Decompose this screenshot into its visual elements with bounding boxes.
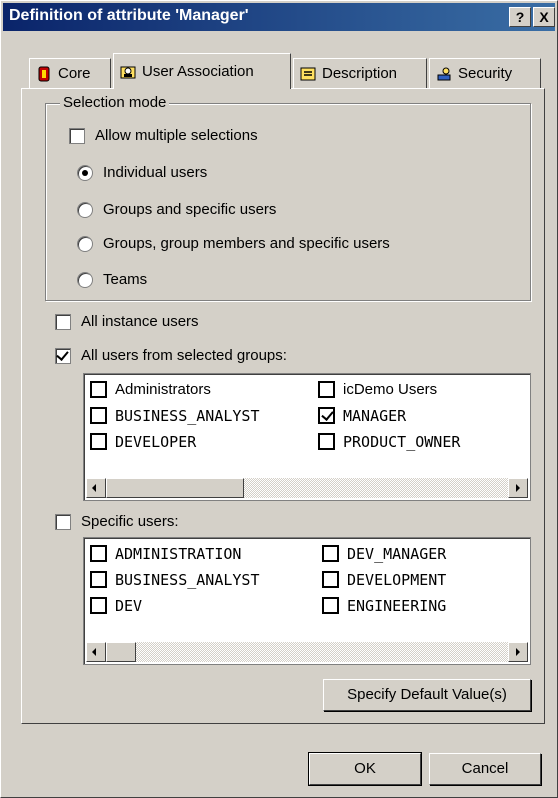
core-icon: [36, 66, 52, 82]
all-instance-users-checkbox[interactable]: All instance users: [55, 313, 199, 330]
list-item-label: Administrators: [115, 381, 211, 398]
list-item-checkbox[interactable]: [90, 433, 107, 450]
tab-core[interactable]: Core: [29, 58, 111, 88]
list-item[interactable]: Administrators: [90, 380, 318, 399]
list-item-label: ADMINISTRATION: [115, 544, 242, 563]
list-item[interactable]: DEVELOPER: [90, 432, 318, 451]
list-item-label: DEV_MANAGER: [347, 544, 447, 563]
list-item-label: BUSINESS_ANALYST: [115, 406, 260, 425]
list-item-checkbox[interactable]: [322, 571, 339, 588]
list-item-label: icDemo Users: [343, 381, 438, 398]
list-item-checkbox[interactable]: [90, 545, 107, 562]
radio-groups-members-specific-button[interactable]: [77, 235, 93, 252]
scroll-thumb[interactable]: [106, 642, 136, 662]
radio-teams-label: Teams: [103, 271, 148, 288]
title-bar[interactable]: Definition of attribute 'Manager' ? X: [3, 3, 555, 31]
tab-description-label: Description: [322, 65, 398, 82]
list-item-label: DEVELOPMENT: [347, 570, 447, 589]
radio-teams-button[interactable]: [77, 271, 93, 288]
window-title: Definition of attribute 'Manager': [9, 7, 249, 24]
tab-security-label: Security: [458, 65, 513, 82]
all-instance-users-box[interactable]: [55, 313, 71, 330]
user-association-icon: [120, 64, 136, 80]
list-item-checkbox[interactable]: [318, 381, 335, 398]
tab-user-association[interactable]: User Association: [113, 53, 291, 89]
tab-description[interactable]: Description: [293, 58, 427, 88]
all-instance-users-label: All instance users: [81, 313, 199, 330]
tab-core-label: Core: [58, 65, 91, 82]
list-item-checkbox[interactable]: [322, 597, 339, 614]
specific-users-listbox[interactable]: ADMINISTRATION DEV_MANAGER BUSINESS_ANAL…: [83, 537, 531, 665]
groups-listbox[interactable]: Administrators icDemo Users BUSINESS_ANA…: [83, 373, 531, 501]
radio-groups-specific-users[interactable]: Groups and specific users: [77, 201, 276, 218]
list-item[interactable]: icDemo Users: [318, 380, 528, 399]
radio-individual-users[interactable]: Individual users: [77, 164, 207, 181]
scroll-left-button[interactable]: [86, 478, 106, 498]
list-item-checkbox[interactable]: [90, 597, 107, 614]
specific-users-checkbox[interactable]: Specific users:: [55, 513, 179, 530]
list-item-checkbox[interactable]: [90, 571, 107, 588]
all-users-from-groups-checkbox[interactable]: All users from selected groups:: [55, 347, 287, 364]
specific-users-horizontal-scrollbar[interactable]: [86, 642, 528, 662]
list-item-label: DEVELOPER: [115, 432, 197, 451]
description-icon: [300, 66, 316, 82]
radio-teams[interactable]: Teams: [77, 271, 147, 288]
list-item-checkbox[interactable]: [90, 381, 107, 398]
radio-individual-users-button[interactable]: [77, 164, 93, 181]
scroll-right-button[interactable]: [508, 642, 528, 662]
all-users-from-groups-label: All users from selected groups:: [81, 347, 287, 364]
ok-button[interactable]: OK: [308, 752, 422, 786]
list-item-checkbox[interactable]: [318, 407, 335, 424]
dialog-window: Definition of attribute 'Manager' ? X Co…: [0, 0, 558, 798]
list-item-checkbox[interactable]: [318, 433, 335, 450]
scroll-left-button[interactable]: [86, 642, 106, 662]
radio-individual-users-label: Individual users: [103, 164, 208, 181]
close-button[interactable]: X: [533, 7, 555, 27]
list-item-label: PRODUCT_OWNER: [343, 432, 461, 451]
tab-security[interactable]: Security: [429, 58, 541, 88]
tab-user-association-label: User Association: [142, 63, 254, 80]
specific-users-box[interactable]: [55, 513, 71, 530]
list-item[interactable]: DEVELOPMENT: [322, 570, 528, 589]
specify-default-values-button[interactable]: Specify Default Value(s): [323, 679, 531, 711]
cancel-button[interactable]: Cancel: [429, 753, 541, 785]
list-item-checkbox[interactable]: [322, 545, 339, 562]
list-item[interactable]: MANAGER: [318, 406, 528, 425]
allow-multiple-box[interactable]: [69, 127, 85, 144]
allow-multiple-checkbox[interactable]: Allow multiple selections: [69, 127, 258, 144]
help-button[interactable]: ?: [509, 7, 531, 27]
list-item-label: MANAGER: [343, 406, 407, 425]
list-item[interactable]: PRODUCT_OWNER: [318, 432, 528, 451]
list-item-label: ENGINEERING: [347, 596, 447, 615]
radio-groups-members-specific[interactable]: Groups, group members and specific users: [77, 235, 390, 252]
list-item-label: DEV: [115, 596, 143, 615]
scroll-thumb[interactable]: [106, 478, 244, 498]
list-item-label: BUSINESS_ANALYST: [115, 570, 260, 589]
specific-users-label: Specific users:: [81, 513, 179, 530]
list-item[interactable]: ENGINEERING: [322, 596, 528, 615]
scroll-right-button[interactable]: [508, 478, 528, 498]
list-item-checkbox[interactable]: [90, 407, 107, 424]
radio-groups-specific-users-label: Groups and specific users: [103, 201, 277, 218]
list-item[interactable]: BUSINESS_ANALYST: [90, 406, 318, 425]
list-item[interactable]: DEV_MANAGER: [322, 544, 528, 563]
groups-horizontal-scrollbar[interactable]: [86, 478, 528, 498]
list-item[interactable]: DEV: [90, 596, 322, 615]
allow-multiple-label: Allow multiple selections: [95, 127, 258, 144]
list-item[interactable]: BUSINESS_ANALYST: [90, 570, 322, 589]
security-icon: [436, 66, 452, 82]
list-item[interactable]: ADMINISTRATION: [90, 544, 322, 563]
selection-mode-legend: Selection mode: [60, 94, 170, 111]
radio-groups-members-specific-label: Groups, group members and specific users: [103, 235, 390, 252]
all-users-from-groups-box[interactable]: [55, 347, 71, 364]
radio-groups-specific-users-button[interactable]: [77, 201, 93, 218]
